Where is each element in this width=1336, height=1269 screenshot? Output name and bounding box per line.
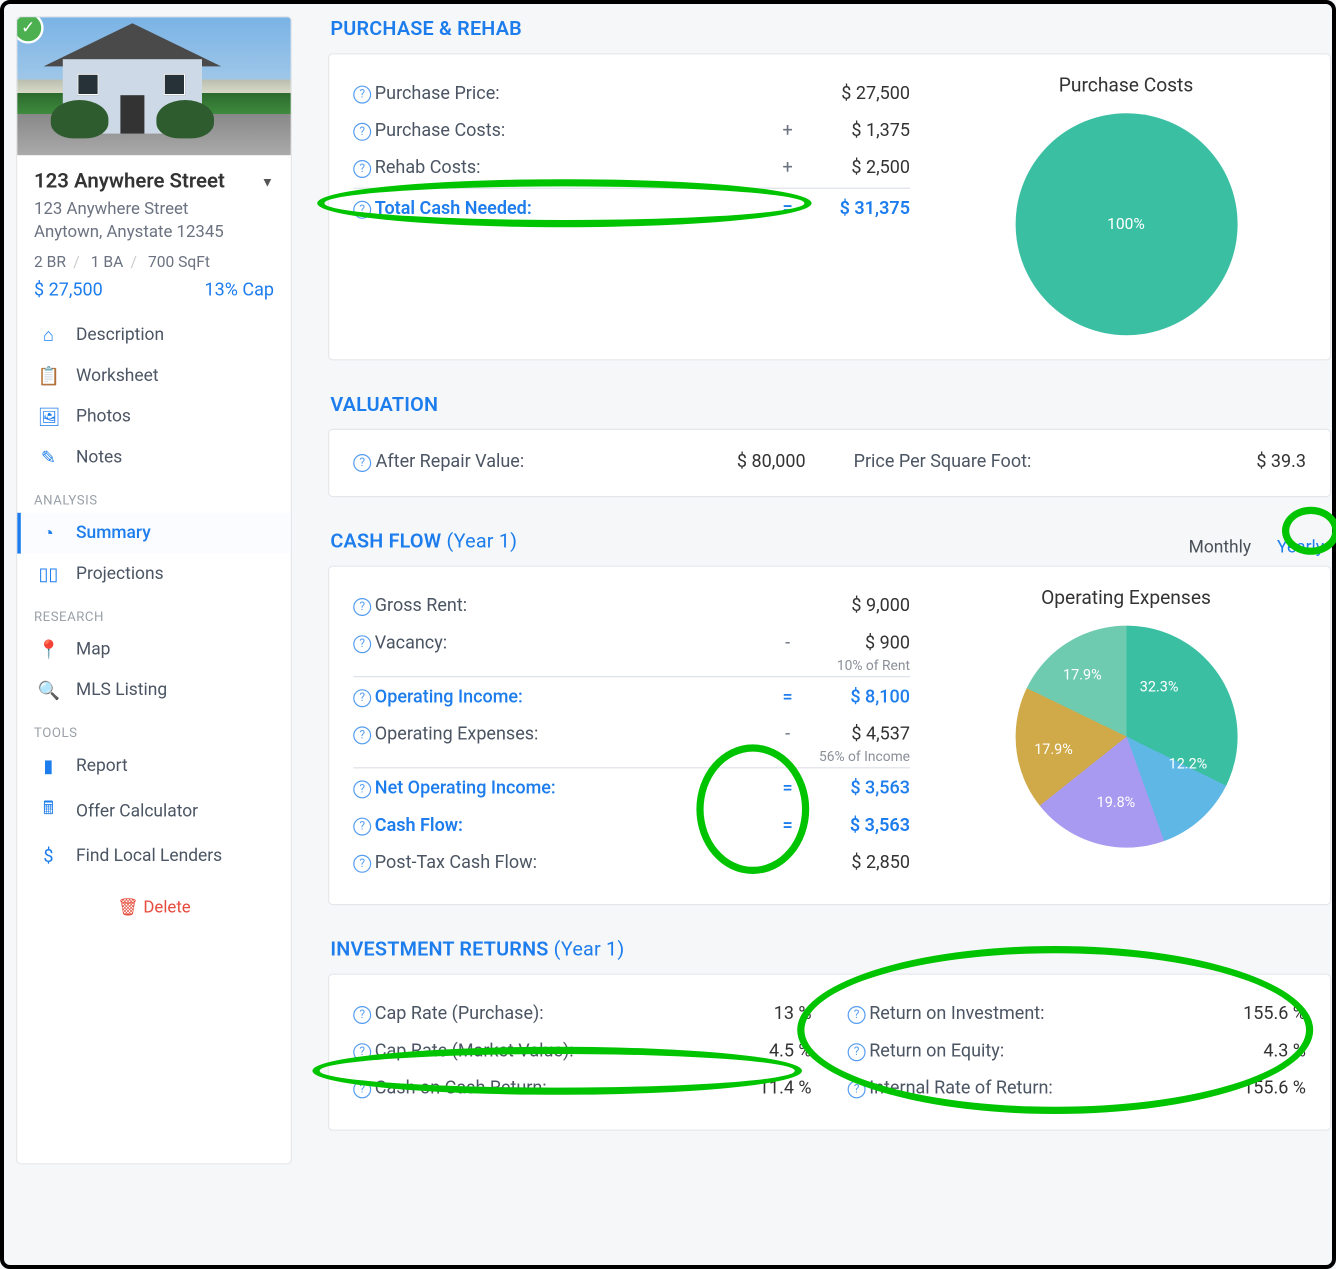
help-icon[interactable]: ?	[353, 1080, 371, 1098]
pin-icon: 📍	[38, 639, 60, 661]
verified-icon: ✓	[16, 16, 44, 44]
toggle-yearly[interactable]: Yearly	[1277, 537, 1324, 557]
total-cash-needed-label: Total Cash Needed:	[375, 197, 773, 219]
image-icon: 🖼	[38, 406, 60, 428]
help-icon[interactable]: ?	[848, 1006, 866, 1024]
search-icon: 🔍	[38, 679, 60, 701]
sidebar-item-projections[interactable]: ▯▯Projections	[17, 553, 291, 594]
dollar-icon: $	[38, 845, 60, 867]
help-icon[interactable]: ?	[353, 160, 371, 178]
property-sidebar: ✓ 123 Anywhere Street ▼ 123 Anywhere Str…	[16, 16, 292, 1164]
sidebar-item-photos[interactable]: 🖼Photos	[17, 396, 291, 437]
caret-down-icon: ▼	[261, 174, 274, 190]
group-tools: TOOLS	[17, 711, 291, 746]
help-icon[interactable]: ?	[848, 1080, 866, 1098]
help-icon[interactable]: ?	[353, 855, 371, 873]
help-icon[interactable]: ?	[353, 635, 371, 653]
pencil-icon: ✎	[38, 447, 60, 469]
property-meta: 2 BR/ 1 BA/ 700 SqFt	[34, 253, 274, 271]
group-research: RESEARCH	[17, 594, 291, 629]
chart-title-expenses: Operating Expenses	[1041, 586, 1211, 609]
pie-chart-expenses: 32.3% 12.2% 19.8% 17.9% 17.9%	[1015, 626, 1237, 848]
toggle-monthly[interactable]: Monthly	[1189, 537, 1251, 557]
help-icon[interactable]: ?	[353, 818, 371, 836]
help-icon[interactable]: ?	[353, 689, 371, 707]
total-cash-needed-value: $ 31,375	[802, 197, 910, 219]
sidebar-item-description[interactable]: ⌂Description	[17, 315, 291, 356]
cash-flow-label: Cash Flow:	[375, 813, 773, 835]
help-icon[interactable]: ?	[353, 1006, 371, 1024]
barchart-icon: ▯▯	[38, 563, 60, 585]
help-icon[interactable]: ?	[353, 123, 371, 141]
group-analysis: ANALYSIS	[17, 478, 291, 513]
trash-icon: 🗑	[117, 898, 138, 917]
address-line2: Anytown, Anystate 12345	[34, 221, 274, 244]
help-icon[interactable]: ?	[353, 1043, 371, 1061]
delete-button[interactable]: 🗑Delete	[17, 883, 291, 921]
address-title: 123 Anywhere Street	[34, 170, 225, 194]
pie-chart-purchase: 100%	[1015, 113, 1237, 335]
main-content: PURCHASE & REHAB ?Purchase Price:$ 27,50…	[328, 16, 1331, 1164]
help-icon[interactable]: ?	[353, 780, 371, 798]
help-icon[interactable]: ?	[353, 201, 371, 219]
sidebar-item-notes[interactable]: ✎Notes	[17, 437, 291, 478]
help-icon[interactable]: ?	[353, 726, 371, 744]
sidebar-item-offer-calc[interactable]: 🖩Offer Calculator	[17, 786, 291, 835]
help-icon[interactable]: ?	[353, 86, 371, 104]
address-dropdown[interactable]: 123 Anywhere Street ▼	[34, 170, 274, 194]
piechart-icon: ◔	[38, 522, 60, 544]
calculator-icon: 🖩	[38, 796, 60, 826]
help-icon[interactable]: ?	[353, 598, 371, 616]
address-line1: 123 Anywhere Street	[34, 198, 274, 221]
chart-title-purchase: Purchase Costs	[1059, 74, 1193, 97]
clipboard-icon: 📋	[38, 365, 60, 387]
cap-rate: 13% Cap	[204, 279, 274, 301]
document-icon: ▮	[38, 755, 60, 777]
cash-on-cash-label: Cash on Cash Return:	[375, 1076, 704, 1098]
list-price: $ 27,500	[34, 279, 103, 301]
sidebar-item-summary[interactable]: ◔Summary	[17, 513, 291, 554]
property-photo: ✓	[17, 17, 291, 155]
section-title-returns: INVESTMENT RETURNS (Year 1)	[330, 939, 1331, 962]
period-toggle: Monthly Yearly	[1167, 537, 1324, 557]
sidebar-item-report[interactable]: ▮Report	[17, 745, 291, 786]
sidebar-item-mls[interactable]: 🔍MLS Listing	[17, 670, 291, 711]
help-icon[interactable]: ?	[353, 454, 371, 472]
help-icon[interactable]: ?	[848, 1043, 866, 1061]
home-icon: ⌂	[38, 324, 60, 346]
sidebar-item-map[interactable]: 📍Map	[17, 629, 291, 670]
sidebar-item-worksheet[interactable]: 📋Worksheet	[17, 355, 291, 396]
cash-flow-value: $ 3,563	[802, 813, 910, 835]
sidebar-item-lenders[interactable]: $Find Local Lenders	[17, 835, 291, 876]
section-title-purchase: PURCHASE & REHAB	[330, 18, 1331, 41]
section-title-valuation: VALUATION	[330, 394, 1331, 417]
cash-on-cash-value: 11.4 %	[704, 1076, 812, 1098]
